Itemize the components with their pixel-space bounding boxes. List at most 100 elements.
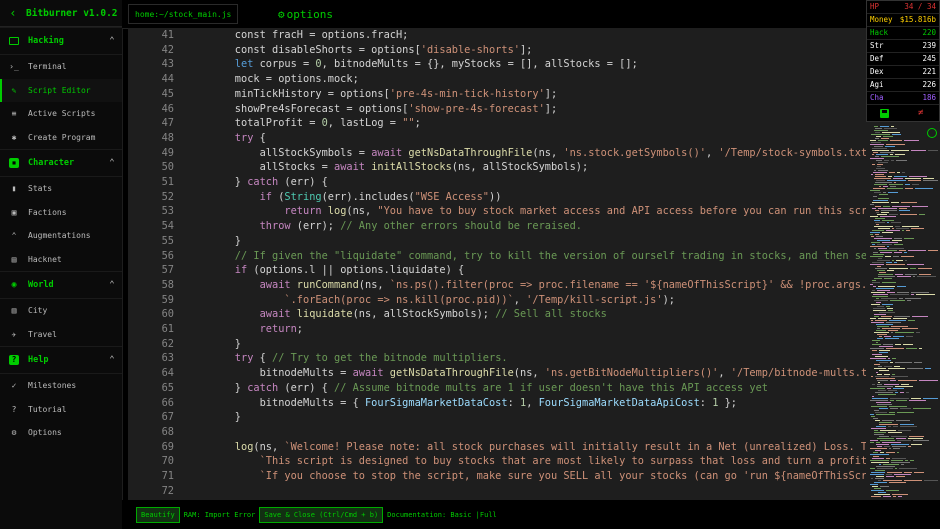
sidebar-item-active-scripts[interactable]: ≡ Active Scripts — [0, 102, 122, 126]
code-line[interactable]: 67 } — [128, 410, 866, 425]
sidebar-item-script-editor[interactable]: ✎ Script Editor — [0, 78, 122, 102]
code-line[interactable]: 56 // If given the "liquidate" command, … — [128, 249, 866, 264]
sidebar-item-create-program[interactable]: ✱ Create Program — [0, 126, 122, 150]
code-line[interactable]: 47 totalProfit = 0, lastLog = ""; — [128, 116, 866, 131]
minimap-stroke — [870, 474, 884, 475]
minimap-stroke — [878, 382, 880, 383]
sidebar-item-options[interactable]: ⚙ Options — [0, 421, 122, 445]
minimap-stroke — [892, 240, 902, 241]
section-hacking[interactable]: Hacking ⌃ — [0, 27, 122, 55]
minimap-stroke — [897, 292, 909, 293]
save-close-button[interactable]: Save & Close (Ctrl/Cmd + b) — [259, 506, 384, 523]
code-line[interactable]: 64 bitnodeMults = await getNsDataThrough… — [128, 366, 866, 381]
section-character[interactable]: ▪ Character ⌃ — [0, 149, 122, 177]
code-token: (options.l || options.liquidate) { — [253, 264, 465, 277]
minimap-stroke — [870, 388, 885, 389]
sidebar-item-travel[interactable]: ✈ Travel — [0, 323, 122, 347]
code-line[interactable]: 54 throw (err); // Any other errors shou… — [128, 219, 866, 234]
minimap[interactable] — [866, 122, 940, 500]
sidebar-item-factions[interactable]: ▣ Factions — [0, 201, 122, 225]
code-line[interactable]: 46 showPre4sForecast = options['show-pre… — [128, 102, 866, 117]
code-line[interactable]: 68 — [128, 425, 866, 440]
sidebar-item-city[interactable]: ▥ City — [0, 299, 122, 323]
sidebar-item-label: Travel — [28, 329, 57, 339]
minimap-stroke — [897, 276, 911, 277]
code-token: if — [210, 190, 279, 203]
line-number: 44 — [161, 73, 174, 86]
minimap-stroke — [872, 350, 877, 351]
documentation-links[interactable]: Documentation: Basic |Full — [387, 511, 497, 519]
code-line[interactable]: 53 return log(ns, "You have to buy stock… — [128, 204, 866, 219]
code-line[interactable]: 69 log(ns, `Welcome! Please note: all st… — [128, 440, 866, 455]
code-line[interactable]: 58 await runCommand(ns, `ns.ps().filter(… — [128, 278, 866, 293]
minimap-stroke — [870, 454, 889, 455]
filename-tab[interactable]: home:~/stock_main.js — [128, 4, 238, 24]
minimap-stroke — [872, 150, 889, 151]
code-line[interactable]: 71 `If you choose to stop the script, ma… — [128, 469, 866, 484]
code-line[interactable]: 55 } — [128, 234, 866, 249]
code-token: catch — [247, 381, 285, 394]
section-world[interactable]: ◉ World ⌃ — [0, 271, 122, 299]
chevron-left-icon[interactable]: ‹ — [0, 6, 26, 20]
code-line[interactable]: 49 allStockSymbols = await getNsDataThro… — [128, 146, 866, 161]
sidebar-item-label: City — [28, 306, 48, 316]
minimap-stroke — [897, 412, 914, 413]
sidebar-item-milestones[interactable]: ✓ Milestones — [0, 374, 122, 398]
minimap-stroke — [882, 282, 896, 283]
code-line[interactable]: 62 } — [128, 337, 866, 352]
minimap-stroke — [886, 476, 894, 477]
code-token: log — [210, 440, 254, 453]
minimap-stroke — [877, 260, 890, 261]
minimap-stroke — [907, 368, 923, 369]
minimap-stroke — [873, 456, 879, 457]
save-icon[interactable] — [880, 109, 890, 118]
sidebar-item-tutorial[interactable]: ? Tutorial — [0, 398, 122, 422]
minimap-stroke — [916, 294, 935, 295]
sidebar-item-hacknet[interactable]: ▤ Hacknet — [0, 248, 122, 272]
code-line[interactable]: 48 try { — [128, 131, 866, 146]
minimap-stroke — [891, 444, 909, 445]
code-line[interactable]: 41 const fracH = options.fracH; — [128, 28, 866, 43]
minimap-stroke — [882, 442, 901, 443]
code-line[interactable]: 72 — [128, 484, 866, 499]
code-line[interactable]: 43 let corpus = 0, bitnodeMults = {}, my… — [128, 57, 866, 72]
minimap-stroke — [909, 436, 924, 437]
options-button[interactable]: ⚙ options — [278, 8, 333, 21]
sidebar-item-stats[interactable]: ▮ Stats — [0, 177, 122, 201]
code-token: `Welcome! Please note: all stock purchas… — [284, 440, 866, 453]
kill-scripts-icon[interactable]: ≠ — [916, 109, 926, 118]
code-token: }; — [718, 396, 737, 409]
minimap-stroke — [898, 430, 911, 431]
minimap-stroke — [891, 160, 894, 161]
minimap-stroke — [884, 336, 891, 337]
code-line[interactable]: 51 } catch (err) { — [128, 175, 866, 190]
code-line[interactable]: 66 bitnodeMults = { FourSigmaMarketDataC… — [128, 396, 866, 411]
code-line[interactable]: 45 minTickHistory = options['pre-4s-min-… — [128, 87, 866, 102]
minimap-stroke — [888, 176, 892, 177]
code-line[interactable]: 70 `This script is designed to buy stock… — [128, 454, 866, 469]
code-line[interactable]: 63 try { // Try to get the bitnode multi… — [128, 351, 866, 366]
code-line[interactable]: 59 `.forEach(proc => ns.kill(proc.pid))`… — [128, 293, 866, 308]
eye-icon[interactable] — [927, 128, 937, 138]
code-token: (err); — [296, 220, 341, 233]
minimap-stroke — [873, 188, 885, 189]
minimap-stroke — [872, 148, 887, 149]
minimap-stroke — [870, 264, 884, 265]
minimap-stroke — [874, 364, 880, 365]
minimap-stroke — [876, 302, 881, 303]
code-line[interactable]: 52 if (String(err).includes("WSE Access"… — [128, 190, 866, 205]
code-line[interactable]: 60 await liquidate(ns, allStockSymbols);… — [128, 307, 866, 322]
code-line[interactable]: 61 return; — [128, 322, 866, 337]
line-number: 48 — [161, 131, 174, 144]
code-line[interactable]: 44 mock = options.mock; — [128, 72, 866, 87]
beautify-button[interactable]: Beautify — [136, 506, 180, 523]
code-line[interactable]: 65 } catch (err) { // Assume bitnode mul… — [128, 381, 866, 396]
sidebar-item-terminal[interactable]: ›_ Terminal — [0, 55, 122, 79]
sidebar-item-augmentations[interactable]: ⌃ Augmentations — [0, 224, 122, 248]
code-editor[interactable]: 41 const fracH = options.fracH; 42 const … — [128, 28, 866, 500]
code-line[interactable]: 50 allStocks = await initAllStocks(ns, a… — [128, 160, 866, 175]
minimap-stroke — [880, 126, 889, 127]
code-line[interactable]: 57 if (options.l || options.liquidate) { — [128, 263, 866, 278]
section-help[interactable]: ? Help ⌃ — [0, 346, 122, 374]
code-line[interactable]: 42 const disableShorts = options['disabl… — [128, 43, 866, 58]
